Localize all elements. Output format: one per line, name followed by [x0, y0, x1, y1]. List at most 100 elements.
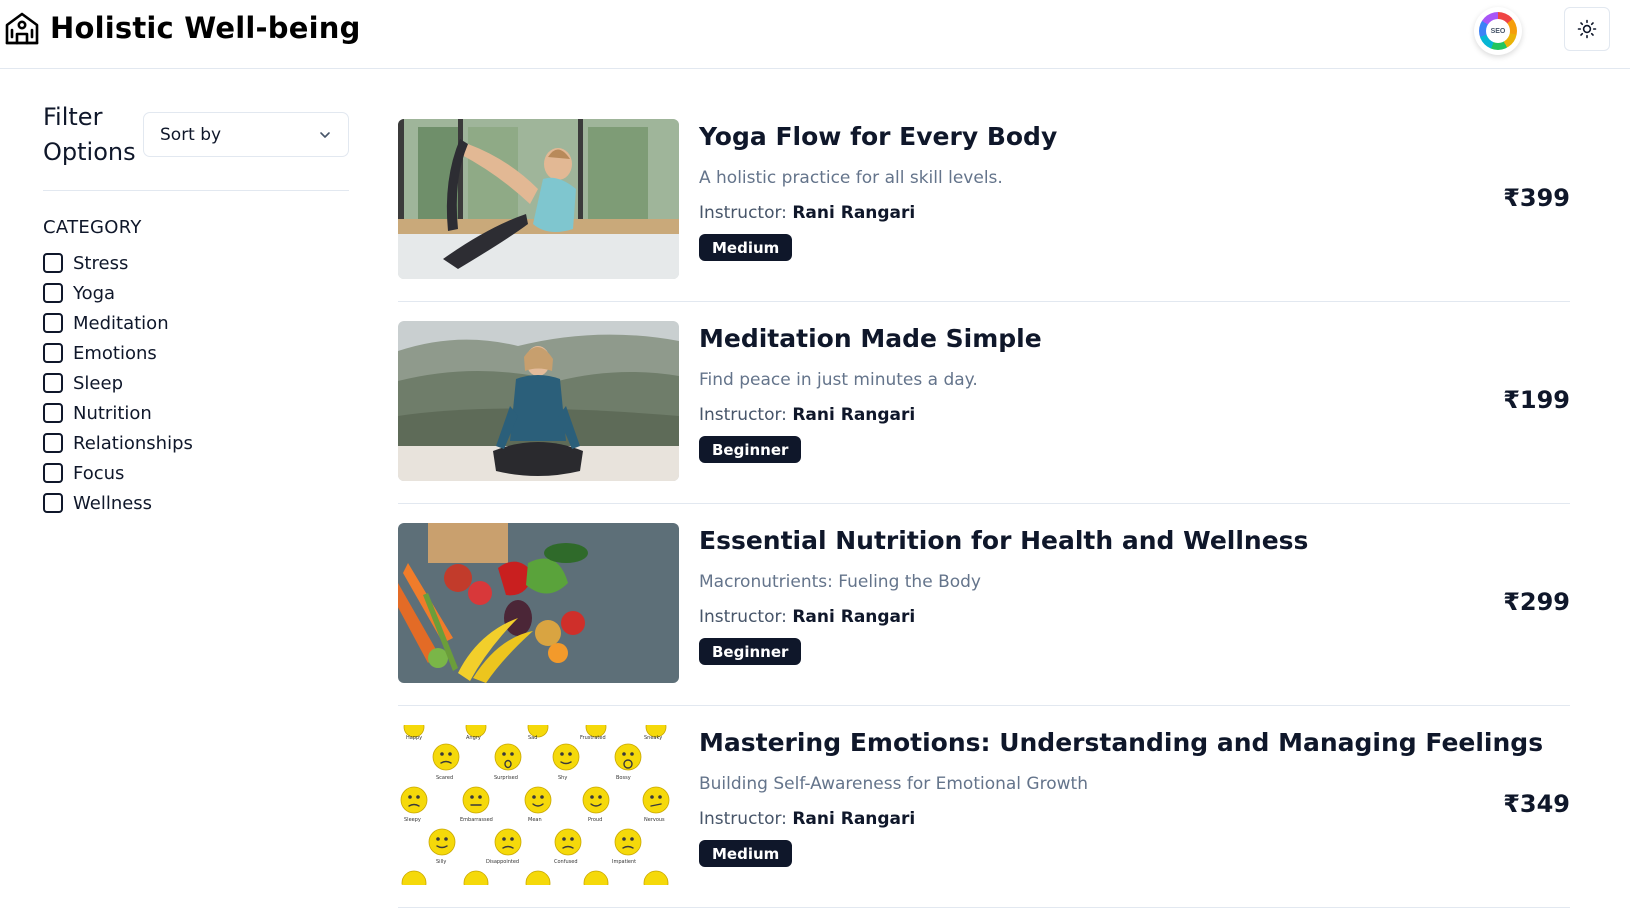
checkbox[interactable] [43, 253, 63, 273]
course-description: Find peace in just minutes a day. [699, 370, 978, 390]
category-label: Nutrition [73, 402, 152, 424]
category-item-relationships[interactable]: Relationships [43, 428, 349, 458]
category-item-focus[interactable]: Focus [43, 458, 349, 488]
category-label: Relationships [73, 432, 193, 454]
category-label: Meditation [73, 312, 169, 334]
course-price: ₹349 [1503, 790, 1570, 818]
instructor-label: Instructor: [699, 203, 787, 223]
category-item-sleep[interactable]: Sleep [43, 368, 349, 398]
course-instructor: Instructor: Rani Rangari [699, 203, 915, 223]
level-badge: Beginner [699, 436, 802, 463]
course-description: Macronutrients: Fueling the Body [699, 572, 981, 592]
meditation-photo [398, 321, 679, 481]
svg-text:Happy: Happy [406, 735, 422, 741]
chevron-down-icon [320, 131, 330, 138]
checkbox[interactable] [43, 433, 63, 453]
category-item-meditation[interactable]: Meditation [43, 308, 349, 338]
category-item-yoga[interactable]: Yoga [43, 278, 349, 308]
svg-text:Shy: Shy [558, 775, 567, 781]
course-title[interactable]: Yoga Flow for Every Body [699, 122, 1057, 151]
top-navbar: Holistic Well-being SEO [0, 0, 1630, 69]
svg-text:Proud: Proud [588, 817, 602, 823]
instructor-label: Instructor: [699, 809, 787, 829]
course-title[interactable]: Meditation Made Simple [699, 324, 1042, 353]
course-card[interactable]: Yoga Flow for Every Body A holistic prac… [398, 100, 1570, 302]
course-instructor: Instructor: Rani Rangari [699, 405, 915, 425]
category-item-emotions[interactable]: Emotions [43, 338, 349, 368]
course-card[interactable]: Meditation Made Simple Find peace in jus… [398, 302, 1570, 504]
svg-text:Bossy: Bossy [616, 775, 631, 781]
category-label: Wellness [73, 492, 153, 514]
category-list: Stress Yoga Meditation Emotions Sleep Nu… [43, 248, 349, 518]
instructor-label: Instructor: [699, 405, 787, 425]
course-instructor: Instructor: Rani Rangari [699, 809, 915, 829]
sort-label: Sort by [160, 124, 222, 145]
seo-ring-icon: SEO [1479, 12, 1517, 50]
instructor-name: Rani Rangari [792, 607, 916, 627]
svg-text:Sneaky: Sneaky [644, 735, 662, 741]
category-label: Stress [73, 252, 129, 274]
instructor-name: Rani Rangari [792, 203, 916, 223]
category-item-wellness[interactable]: Wellness [43, 488, 349, 518]
svg-text:Sleepy: Sleepy [404, 817, 421, 823]
instructor-label: Instructor: [699, 607, 787, 627]
course-image-nutrition[interactable] [398, 523, 679, 683]
sun-icon [1577, 19, 1597, 39]
level-badge: Medium [699, 234, 793, 261]
category-label: Focus [73, 462, 125, 484]
course-price: ₹399 [1503, 184, 1570, 212]
svg-text:Silly: Silly [436, 859, 446, 865]
level-badge: Medium [699, 840, 793, 867]
course-list: Yoga Flow for Every Body A holistic prac… [398, 100, 1570, 908]
svg-text:Mean: Mean [528, 817, 542, 823]
checkbox[interactable] [43, 343, 63, 363]
filter-header: Filter Options Sort by [43, 100, 349, 191]
checkbox[interactable] [43, 373, 63, 393]
course-image-meditation[interactable] [398, 321, 679, 481]
svg-text:Surprised: Surprised [494, 775, 518, 781]
svg-text:Frustrated: Frustrated [580, 735, 606, 741]
svg-text:Embarrassed: Embarrassed [460, 817, 493, 823]
category-item-stress[interactable]: Stress [43, 248, 349, 278]
checkbox[interactable] [43, 403, 63, 423]
category-heading: CATEGORY [43, 217, 142, 238]
category-label: Emotions [73, 342, 157, 364]
brand[interactable]: Holistic Well-being [4, 10, 361, 46]
course-instructor: Instructor: Rani Rangari [699, 607, 915, 627]
course-card[interactable]: Happy Angry Sad Frustrated Sneaky Scared Surp… [398, 706, 1570, 908]
course-description: A holistic practice for all skill levels… [699, 168, 1003, 188]
emoji-faces-photo: Happy Angry Sad Frustrated Sneaky Scared Surp… [398, 725, 679, 885]
svg-text:Angry: Angry [466, 735, 481, 741]
course-title[interactable]: Mastering Emotions: Understanding and Ma… [699, 728, 1543, 757]
course-image-yoga[interactable] [398, 119, 679, 279]
vegetables-photo [398, 523, 679, 683]
instructor-name: Rani Rangari [792, 405, 916, 425]
seo-avatar[interactable]: SEO [1474, 7, 1522, 55]
course-price: ₹299 [1503, 588, 1570, 616]
svg-text:Nervous: Nervous [644, 817, 665, 823]
course-image-emotions[interactable]: Happy Angry Sad Frustrated Sneaky Scared Surp… [398, 725, 679, 885]
svg-text:Sad: Sad [528, 735, 537, 741]
theme-toggle-button[interactable] [1564, 7, 1610, 51]
course-description: Building Self-Awareness for Emotional Gr… [699, 774, 1088, 794]
course-price: ₹199 [1503, 386, 1570, 414]
checkbox[interactable] [43, 313, 63, 333]
category-label: Yoga [73, 282, 116, 304]
svg-text:Impatient: Impatient [612, 859, 636, 865]
checkbox[interactable] [43, 283, 63, 303]
svg-text:Scared: Scared [436, 775, 453, 781]
checkbox[interactable] [43, 493, 63, 513]
seo-badge-text: SEO [1486, 19, 1510, 43]
category-item-nutrition[interactable]: Nutrition [43, 398, 349, 428]
sort-select[interactable]: Sort by [143, 112, 349, 157]
level-badge: Beginner [699, 638, 802, 665]
category-label: Sleep [73, 372, 124, 394]
filter-sidebar: Filter Options Sort by CATEGORY Stress Y… [43, 100, 349, 518]
course-title[interactable]: Essential Nutrition for Health and Welln… [699, 526, 1308, 555]
brand-title: Holistic Well-being [50, 11, 361, 45]
svg-text:Confused: Confused [554, 859, 578, 865]
course-card[interactable]: Essential Nutrition for Health and Welln… [398, 504, 1570, 706]
filter-title: Filter Options [43, 103, 136, 166]
checkbox[interactable] [43, 463, 63, 483]
school-building-icon [5, 12, 39, 45]
